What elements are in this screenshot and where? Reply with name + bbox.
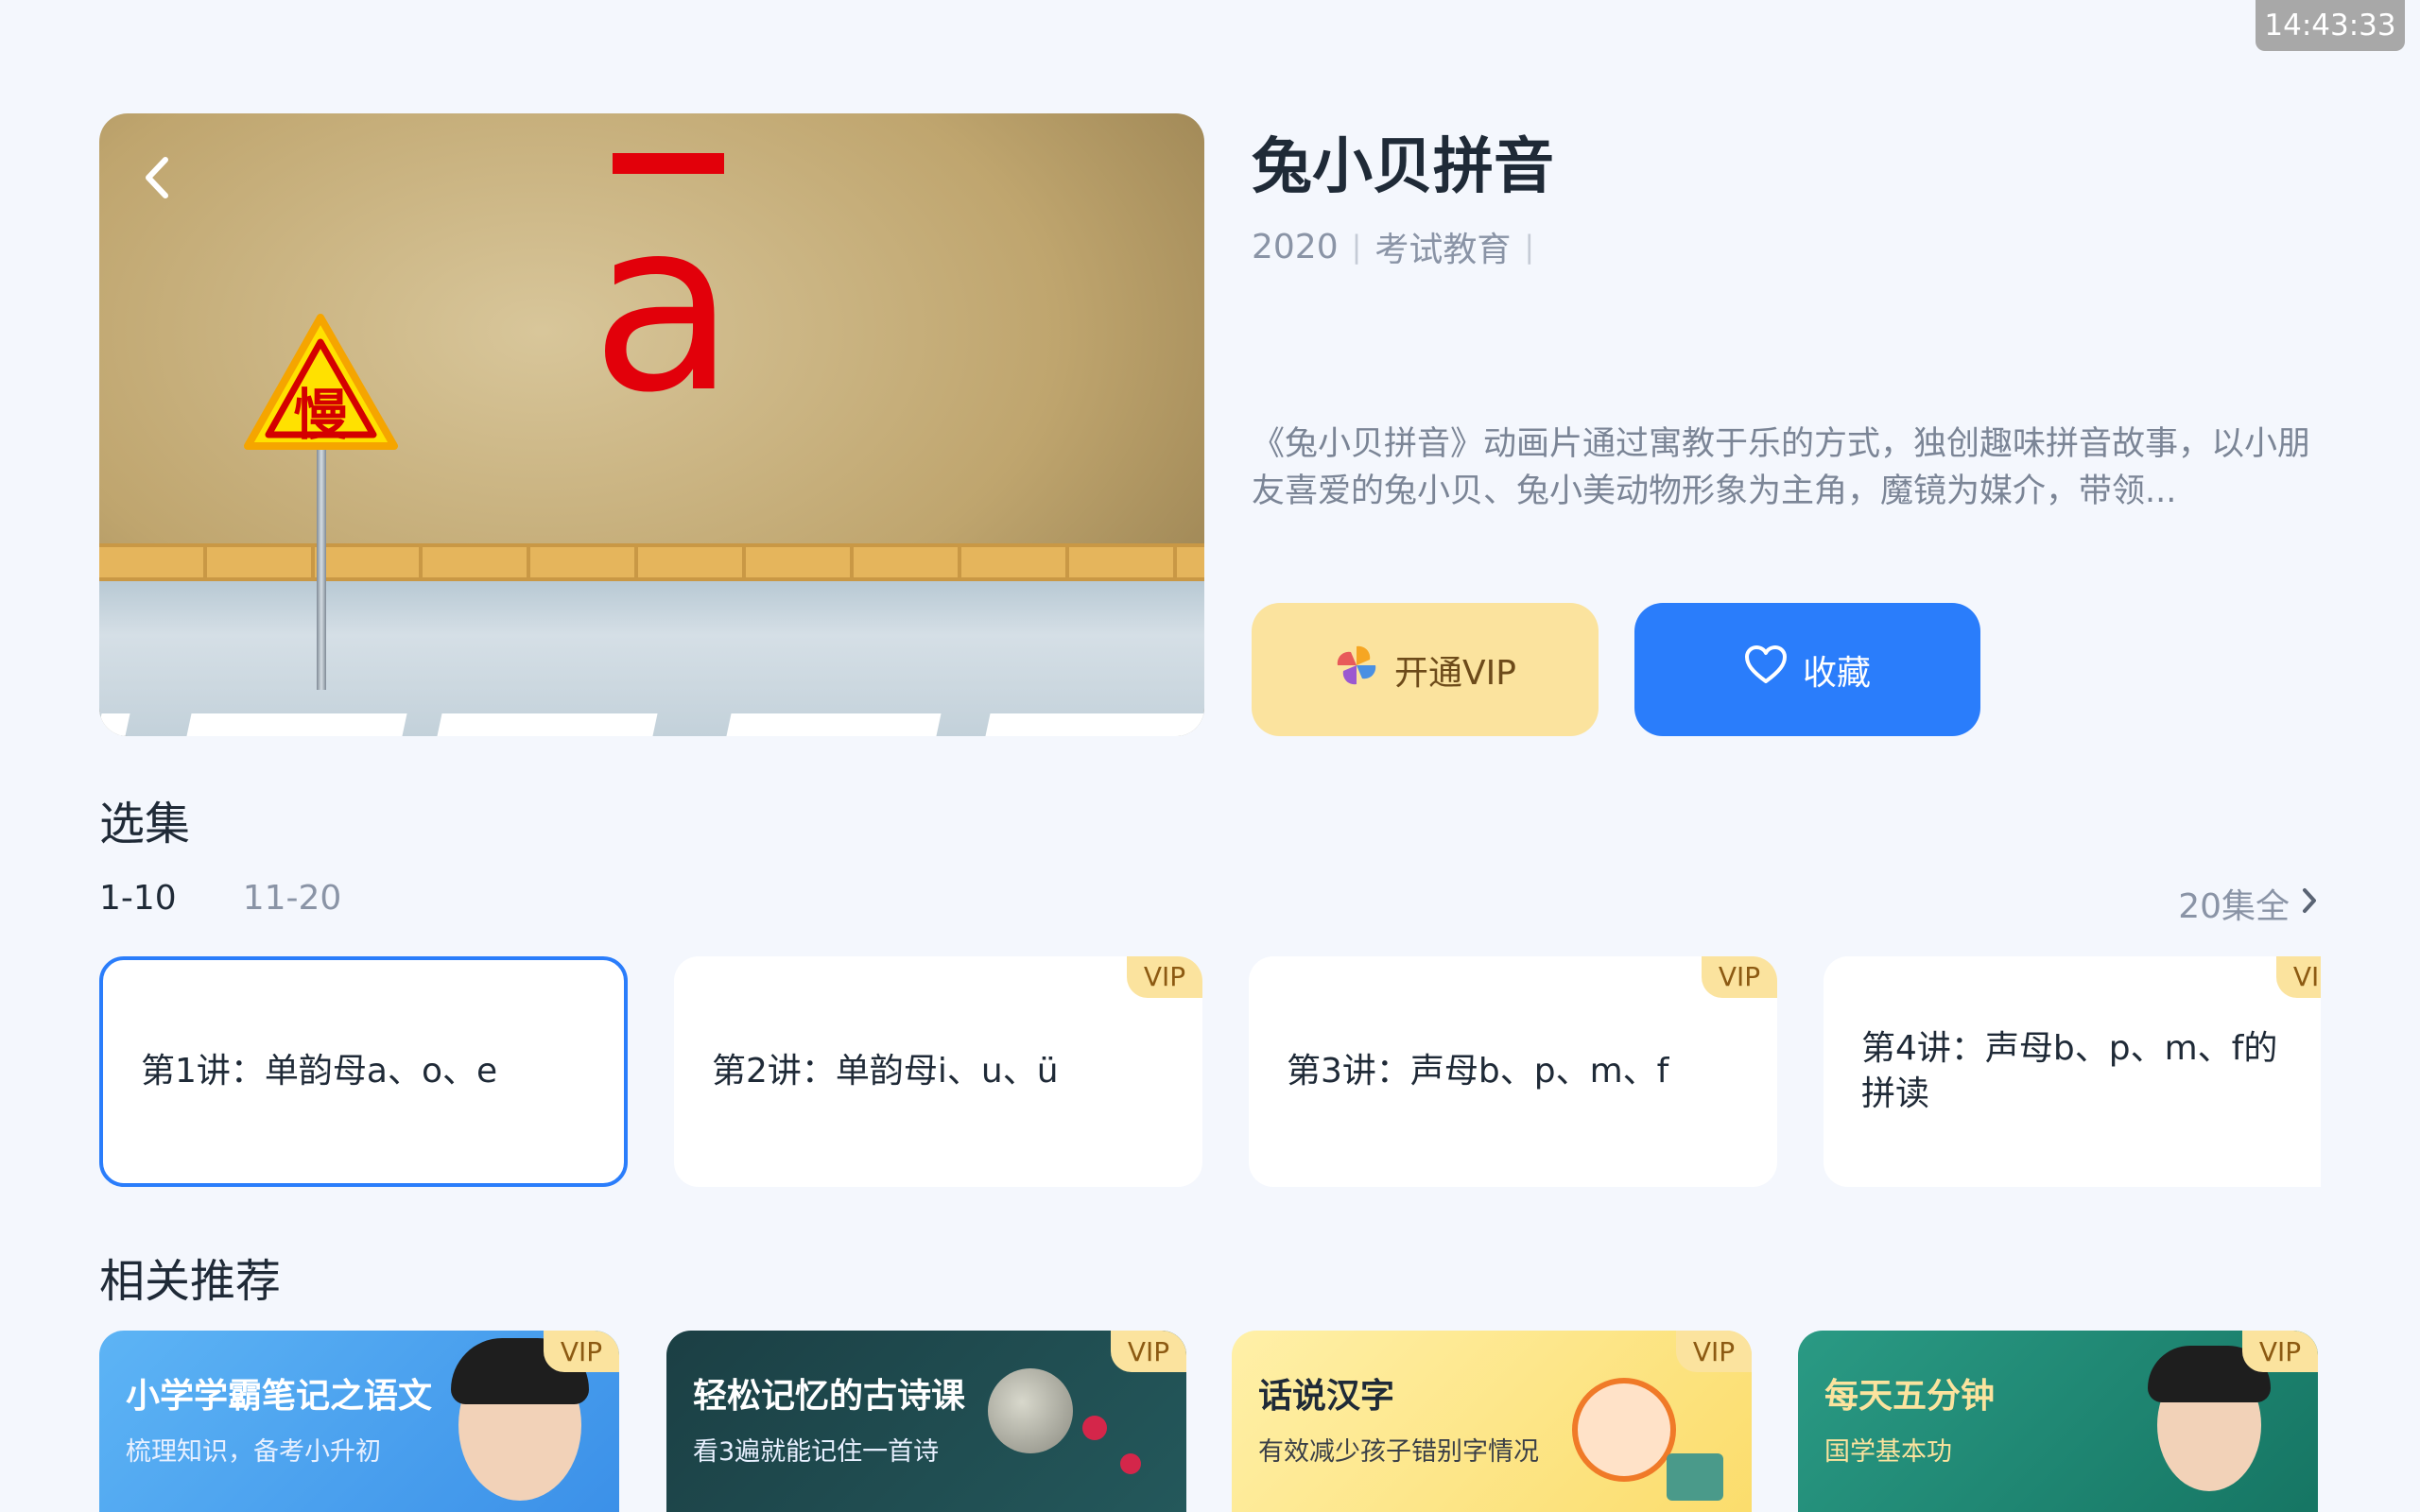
chevron-left-icon bbox=[143, 154, 171, 205]
open-vip-label: 开通VIP bbox=[1394, 653, 1516, 693]
lane-mark bbox=[985, 713, 1204, 736]
episode-card[interactable]: 第4讲：声母b、p、m、f的拼读 VIP bbox=[1824, 956, 2321, 1187]
recommend-list: 小学学霸笔记之语文 梳理知识，备考小升初 VIP 轻松记忆的古诗课 看3遍就能记… bbox=[99, 1331, 2321, 1512]
show-meta: 2020 | 考试教育 | bbox=[1252, 222, 1534, 271]
show-description[interactable]: 《兔小贝拼音》动画片通过寓教于乐的方式，独创趣味拼音故事，以小朋友喜爱的兔小贝、… bbox=[1252, 421, 2310, 515]
lane-mark bbox=[726, 713, 942, 736]
vip-badge: VIP bbox=[1111, 1331, 1186, 1372]
recommend-card[interactable]: 小学学霸笔记之语文 梳理知识，备考小升初 VIP bbox=[99, 1331, 619, 1512]
vip-badge: VIP bbox=[1127, 956, 1202, 998]
lane-mark bbox=[437, 713, 658, 736]
episode-label: 第2讲：单韵母i、u、ü bbox=[712, 1052, 1059, 1091]
vip-badge: VIP bbox=[544, 1331, 619, 1372]
back-button[interactable] bbox=[133, 151, 181, 208]
sign-char: 慢 bbox=[293, 383, 349, 447]
favorite-button[interactable]: 收藏 bbox=[1634, 603, 1980, 736]
tab-range-11-20[interactable]: 11-20 bbox=[243, 879, 342, 918]
meta-divider: | bbox=[1351, 229, 1362, 265]
vip-badge: VIP bbox=[2276, 956, 2321, 998]
sign-pole bbox=[317, 425, 326, 690]
books-illustration bbox=[1667, 1453, 1723, 1501]
lane-mark bbox=[186, 713, 407, 736]
episode-list: 第1讲：单韵母a、o、e 第2讲：单韵母i、u、ü VIP 第3讲：声母b、p、… bbox=[99, 956, 2321, 1187]
blossom-image bbox=[1120, 1453, 1141, 1474]
episodes-section-title: 选集 bbox=[99, 798, 191, 850]
all-episodes-label: 20集全 bbox=[2178, 887, 2290, 926]
favorite-label: 收藏 bbox=[1802, 653, 1871, 693]
tab-range-1-10[interactable]: 1-10 bbox=[99, 879, 177, 918]
wall-strip bbox=[99, 543, 1204, 581]
chevron-right-icon bbox=[2301, 885, 2318, 923]
vip-badge: VIP bbox=[1676, 1331, 1752, 1372]
episode-label: 第1讲：单韵母a、o、e bbox=[141, 1052, 498, 1091]
recommend-section-title: 相关推荐 bbox=[99, 1255, 282, 1308]
meta-divider: | bbox=[1524, 229, 1535, 265]
slow-sign: 慢 bbox=[243, 312, 399, 454]
all-episodes-link[interactable]: 20集全 bbox=[2178, 879, 2318, 928]
episode-label: 第4讲：声母b、p、m、f的拼读 bbox=[1861, 1029, 2278, 1113]
hero-video-poster[interactable]: 慢 a bbox=[99, 113, 1204, 736]
status-clock: 14:43:33 bbox=[2256, 0, 2405, 51]
episode-range-tabs: 1-10 11-20 bbox=[99, 879, 341, 918]
show-title: 兔小贝拼音 bbox=[1252, 132, 1554, 202]
open-vip-button[interactable]: 开通VIP bbox=[1252, 603, 1599, 736]
child-illustration bbox=[1572, 1378, 1676, 1482]
vip-badge: VIP bbox=[1702, 956, 1777, 998]
lane-mark bbox=[99, 713, 130, 736]
blossom-image bbox=[1082, 1416, 1107, 1440]
recommend-card[interactable]: 每天五分钟 国学基本功 VIP bbox=[1798, 1331, 2318, 1512]
show-category: 考试教育 bbox=[1374, 231, 1512, 269]
recommend-card[interactable]: 轻松记忆的古诗课 看3遍就能记住一首诗 VIP bbox=[666, 1331, 1186, 1512]
episode-label: 第3讲：声母b、p、m、f bbox=[1287, 1052, 1669, 1091]
recommend-card[interactable]: 话说汉字 有效减少孩子错别字情况 VIP bbox=[1232, 1331, 1752, 1512]
episode-card[interactable]: 第2讲：单韵母i、u、ü VIP bbox=[674, 956, 1202, 1187]
vip-badge: VIP bbox=[2242, 1331, 2318, 1372]
recommend-title: 轻松记忆的古诗课 bbox=[693, 1377, 966, 1416]
moon-image bbox=[988, 1368, 1073, 1453]
pinwheel-icon bbox=[1334, 643, 1379, 696]
pinyin-letter: a bbox=[591, 169, 736, 444]
show-year: 2020 bbox=[1252, 227, 1339, 266]
episode-card[interactable]: 第1讲：单韵母a、o、e bbox=[99, 956, 628, 1187]
heart-outline-icon bbox=[1744, 645, 1788, 694]
episode-card[interactable]: 第3讲：声母b、p、m、f VIP bbox=[1249, 956, 1777, 1187]
